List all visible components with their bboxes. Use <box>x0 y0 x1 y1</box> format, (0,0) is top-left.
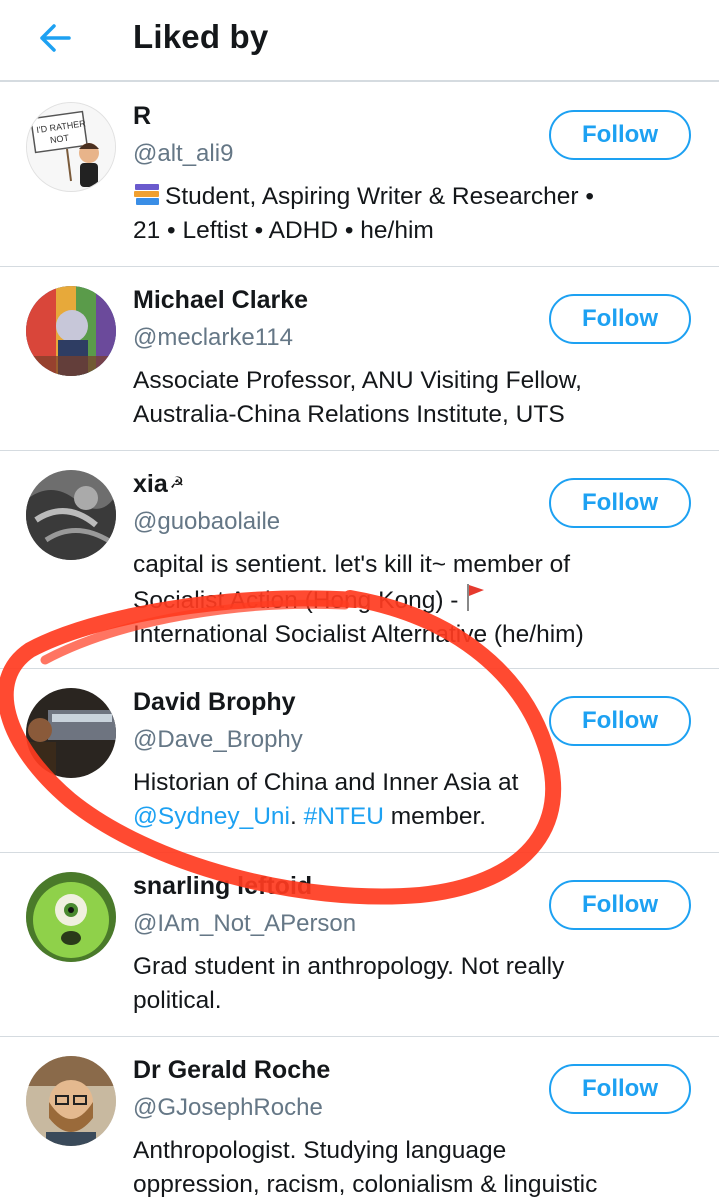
avatar[interactable] <box>26 1056 116 1146</box>
hashtag-link[interactable]: #NTEU <box>304 803 384 830</box>
user-row[interactable]: I'D RATHER NOT R @alt_ali9 Student, Aspi… <box>0 84 719 267</box>
user-handle[interactable]: @Dave_Brophy <box>133 726 303 754</box>
user-row[interactable]: snarling leftoid @IAm_Not_APerson Grad s… <box>0 854 719 1037</box>
user-handle[interactable]: @guobaolaile <box>133 508 280 536</box>
user-handle[interactable]: @alt_ali9 <box>133 140 233 168</box>
user-bio: Student, Aspiring Writer & Researcher • … <box>133 183 594 244</box>
user-name[interactable]: snarling leftoid <box>133 872 312 901</box>
page-title: Liked by <box>133 18 269 55</box>
follow-button[interactable]: Follow <box>549 696 691 746</box>
books-emoji-icon <box>134 184 159 205</box>
back-arrow-icon <box>40 24 71 52</box>
hammer-sickle-icon: ☭ <box>169 475 185 492</box>
user-name[interactable]: xia ☭ <box>133 470 184 499</box>
user-row[interactable]: David Brophy @Dave_Brophy Historian of C… <box>0 670 719 853</box>
user-name[interactable]: David Brophy <box>133 688 296 717</box>
user-handle[interactable]: @GJosephRoche <box>133 1094 323 1122</box>
user-row[interactable]: Dr Gerald Roche @GJosephRoche Anthropolo… <box>0 1038 719 1200</box>
user-name[interactable]: R <box>133 102 151 131</box>
user-bio: capital is sentient. let's kill it~ memb… <box>133 551 584 648</box>
user-name[interactable]: Michael Clarke <box>133 286 308 315</box>
avatar[interactable] <box>26 688 116 778</box>
user-bio: Grad student in anthropology. Not really… <box>133 953 565 1014</box>
user-handle[interactable]: @IAm_Not_APerson <box>133 910 356 938</box>
user-row[interactable]: xia ☭ @guobaolaile capital is sentient. l… <box>0 452 719 669</box>
avatar[interactable] <box>26 872 116 962</box>
user-bio: Historian of China and Inner Asia at @Sy… <box>133 769 519 830</box>
top-bar: Liked by <box>0 0 719 82</box>
user-name[interactable]: Dr Gerald Roche <box>133 1056 330 1085</box>
user-handle[interactable]: @meclarke114 <box>133 324 293 352</box>
mention-link[interactable]: @Sydney_Uni <box>133 803 290 830</box>
follow-button[interactable]: Follow <box>549 294 691 344</box>
avatar[interactable] <box>26 470 116 560</box>
user-bio: Anthropologist. Studying language oppres… <box>133 1137 598 1198</box>
back-button[interactable] <box>26 14 84 62</box>
avatar[interactable] <box>26 286 116 376</box>
user-bio: Associate Professor, ANU Visiting Fellow… <box>133 367 582 428</box>
follow-button[interactable]: Follow <box>549 1064 691 1114</box>
follow-button[interactable]: Follow <box>549 880 691 930</box>
avatar[interactable]: I'D RATHER NOT <box>26 102 116 192</box>
follow-button[interactable]: Follow <box>549 110 691 160</box>
follow-button[interactable]: Follow <box>549 478 691 528</box>
red-flag-emoji-icon <box>467 584 485 611</box>
user-row[interactable]: Michael Clarke @meclarke114 Associate Pr… <box>0 268 719 451</box>
liked-by-screen: Liked by I'D RATHER NOT R @alt_ali9 Stud… <box>0 0 719 1200</box>
